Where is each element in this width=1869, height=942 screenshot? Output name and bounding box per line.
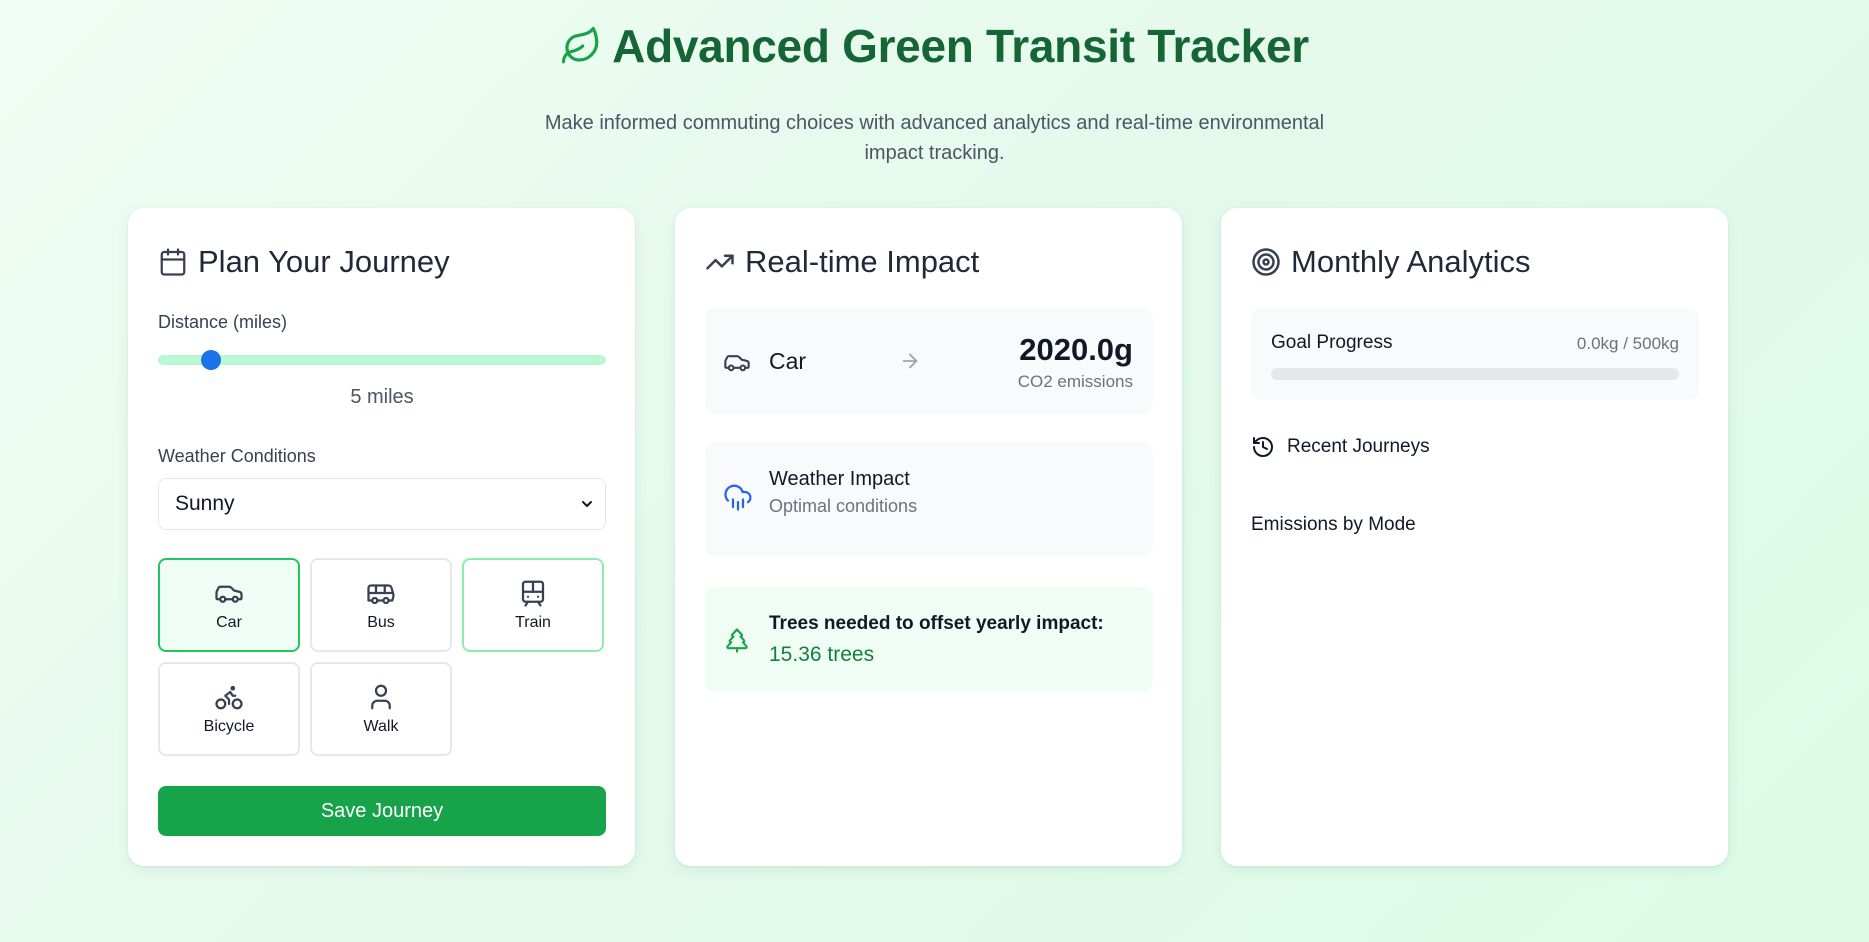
mode-label: Car — [216, 614, 242, 631]
distance-value: 5 miles — [350, 386, 414, 408]
mode-train-button[interactable]: Train — [462, 558, 604, 652]
user-icon — [371, 684, 391, 710]
page-subtitle: Make informed commuting choices with adv… — [544, 112, 1325, 164]
bus-icon — [367, 584, 395, 605]
title-row: Advanced Green Transit Tracker — [0, 18, 1869, 74]
emission-panel: Car 2020.0g CO2 emissions — [705, 308, 1153, 414]
realtime-impact-card: Real-time Impact Car 2020.0g CO2 emissio… — [675, 208, 1182, 866]
mode-label: Walk — [363, 718, 399, 735]
plan-journey-card: Plan Your Journey Distance (miles) 5 mil… — [128, 208, 635, 866]
emission-value: 2020.0g — [1019, 332, 1133, 367]
chevron-down-icon — [582, 501, 592, 507]
trending-up-icon — [706, 254, 734, 270]
monthly-analytics-card: Monthly Analytics Goal Progress 0.0kg / … — [1221, 208, 1728, 866]
leaf-icon — [562, 26, 599, 64]
mode-label: Train — [515, 614, 551, 631]
recent-journeys-title: Recent Journeys — [1287, 436, 1430, 457]
tree-icon — [726, 628, 748, 653]
realtime-impact-title: Real-time Impact — [745, 244, 980, 279]
mode-label: Bicycle — [203, 718, 255, 735]
emission-unit: CO2 emissions — [1017, 372, 1133, 391]
page-title: Advanced Green Transit Tracker — [612, 20, 1309, 72]
monthly-analytics-title: Monthly Analytics — [1291, 244, 1531, 279]
target-icon — [1252, 248, 1280, 276]
weather-select[interactable]: Sunny — [158, 478, 606, 530]
goal-progress-bar — [1271, 368, 1679, 380]
plan-journey-title: Plan Your Journey — [198, 244, 450, 279]
card-header: Plan Your Journey — [158, 242, 450, 282]
mode-car-button[interactable]: Car — [158, 558, 300, 652]
mode-walk-button[interactable]: Walk — [310, 662, 452, 756]
current-mode-name: Car — [769, 348, 807, 374]
mode-bus-button[interactable]: Bus — [310, 558, 452, 652]
save-journey-button[interactable]: Save Journey — [158, 786, 606, 836]
weather-selected-value: Sunny — [175, 492, 235, 515]
arrow-right-icon — [902, 353, 918, 369]
car-icon — [724, 355, 750, 372]
goal-progress-value: 0.0kg / 500kg — [1576, 334, 1679, 353]
bicycle-icon — [215, 685, 243, 710]
weather-impact-panel: Weather Impact Optimal conditions — [705, 442, 1153, 556]
mode-bicycle-button[interactable]: Bicycle — [158, 662, 300, 756]
trees-offset-panel: Trees needed to offset yearly impact: 15… — [705, 587, 1153, 692]
recent-journeys-header: Recent Journeys — [1251, 433, 1430, 461]
trees-offset-value: 15.36 trees — [769, 643, 875, 666]
cloud-rain-icon — [724, 484, 752, 511]
car-icon — [215, 585, 243, 603]
card-header: Monthly Analytics — [1251, 242, 1531, 282]
goal-progress-title: Goal Progress — [1271, 332, 1393, 353]
page-header: Advanced Green Transit Tracker Make info… — [0, 0, 1869, 168]
distance-slider[interactable] — [158, 350, 606, 370]
distance-label: Distance (miles) — [158, 312, 288, 332]
weather-impact-status: Optimal conditions — [769, 496, 918, 516]
train-icon — [521, 580, 545, 607]
weather-label: Weather Conditions — [158, 446, 316, 466]
trees-offset-title: Trees needed to offset yearly impact: — [769, 613, 1104, 634]
emissions-by-mode-title: Emissions by Mode — [1251, 514, 1416, 535]
distance-slider-thumb[interactable] — [200, 350, 221, 370]
history-icon — [1253, 437, 1273, 457]
goal-progress-panel: Goal Progress 0.0kg / 500kg — [1251, 308, 1699, 400]
calendar-icon — [160, 248, 186, 276]
weather-impact-title: Weather Impact — [769, 468, 910, 490]
card-header: Real-time Impact — [705, 242, 979, 282]
mode-label: Bus — [367, 614, 395, 631]
